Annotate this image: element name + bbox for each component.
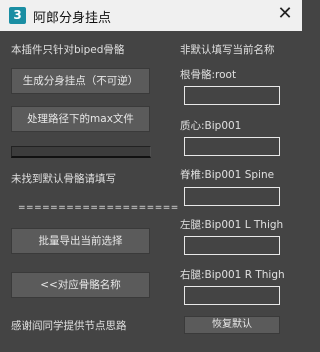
match-bone-names-button[interactable]: <<对应骨骼名称 — [11, 272, 150, 298]
separator-line: ==================== — [18, 203, 179, 213]
process-max-files-button[interactable]: 处理路径下的max文件 — [11, 106, 150, 132]
center-mass-field[interactable] — [184, 137, 280, 156]
spine-label: 脊椎:Bip001 Spine — [180, 169, 275, 181]
match-bone-names-label: <<对应骨骼名称 — [40, 279, 121, 291]
generate-clone-points-label: 生成分身挂点（不可逆） — [22, 75, 139, 87]
process-max-files-label: 处理路径下的max文件 — [27, 113, 134, 125]
thanks-label: 感谢阎同学提供节点思路 — [11, 320, 127, 332]
window-title: 阿郎分身挂点 — [33, 11, 112, 26]
center-mass-label: 质心:Bip001 — [180, 120, 242, 132]
batch-export-button[interactable]: 批量导出当前选择 — [11, 228, 150, 254]
right-thigh-label: 右腿:Bip001 R Thigh — [180, 269, 285, 281]
restore-default-label: 恢复默认 — [212, 319, 252, 330]
restore-default-button[interactable]: 恢复默认 — [184, 316, 280, 334]
left-thigh-field[interactable] — [184, 236, 280, 255]
app-3dsmax-icon: 3 — [9, 7, 26, 24]
close-button[interactable]: ✕ — [274, 3, 296, 25]
right-thigh-field[interactable] — [184, 286, 280, 305]
info-label: 本插件只针对biped骨骼 — [11, 44, 125, 56]
title-bar[interactable]: 3 阿郎分身挂点 ✕ — [0, 0, 302, 31]
progress-bar — [11, 146, 151, 158]
main-window: 3 阿郎分身挂点 ✕ 本插件只针对biped骨骼 生成分身挂点（不可逆） 处理路… — [0, 0, 302, 352]
root-bone-field[interactable] — [184, 86, 280, 105]
generate-clone-points-button[interactable]: 生成分身挂点（不可逆） — [11, 68, 150, 94]
root-bone-label: 根骨骼:root — [180, 69, 237, 81]
batch-export-label: 批量导出当前选择 — [38, 235, 123, 247]
right-header-label: 非默认填写当前名称 — [180, 44, 275, 56]
spine-field[interactable] — [184, 187, 280, 206]
not-found-label: 未找到默认骨骼请填写 — [11, 173, 116, 185]
left-thigh-label: 左腿:Bip001 L Thigh — [180, 219, 284, 231]
